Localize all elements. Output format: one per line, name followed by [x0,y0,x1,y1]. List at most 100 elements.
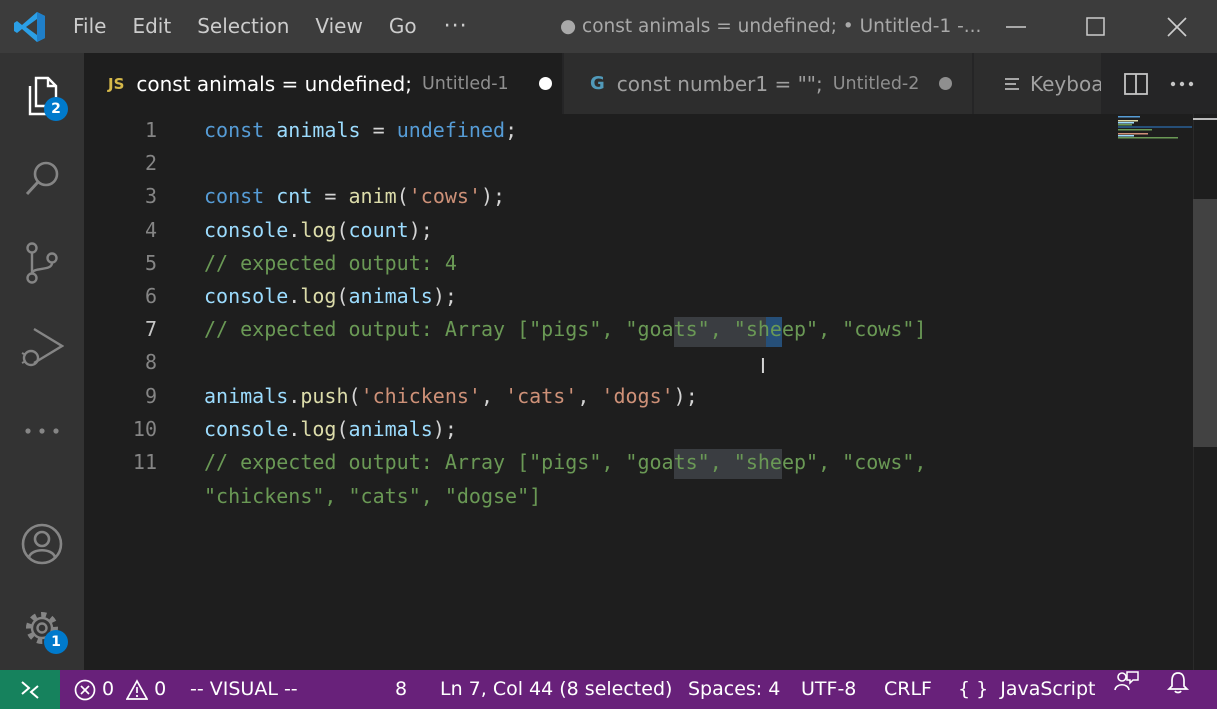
code-token: anim [348,184,397,208]
line-number: 5 [144,251,157,275]
maximize-button[interactable] [1056,0,1136,53]
code-line[interactable]: // expected output: Array ["pigs", "goat… [204,446,926,479]
line-number: 7 [144,317,157,341]
code-token: log [300,417,337,441]
code-token: console [204,218,289,242]
code-token: undefined [396,118,506,142]
code-token: ( [348,384,361,408]
code-line[interactable]: const animals = undefined; [204,114,517,147]
line-number: 4 [144,218,157,242]
feedback-button[interactable] [1114,670,1140,694]
close-button[interactable] [1137,0,1217,53]
feedback-icon [1114,671,1139,691]
code-line[interactable]: console.log(animals); [204,280,457,313]
warning-icon [126,678,149,700]
code-token: const [204,184,265,208]
explorer-badge: 2 [44,97,68,121]
unsaved-dot-icon[interactable] [939,77,953,90]
bell-icon [1166,672,1190,694]
menu-go[interactable]: Go [376,0,430,53]
code-line[interactable]: // expected output: Array ["pigs", "goat… [204,313,926,346]
tab-untitled-1[interactable]: JS const animals = undefined; Untitled-1 [84,53,562,114]
notifications-button[interactable] [1166,670,1190,694]
tab-description: Untitled-1 [421,73,509,94]
indentation[interactable]: Spaces: 4 [688,670,780,709]
code-token: , [480,384,506,408]
source-control-button[interactable] [0,221,84,305]
line-number: 9 [144,384,157,408]
unsaved-dot-icon[interactable] [538,77,552,90]
line-number: 1 [144,118,157,142]
code-token: ); [673,384,698,408]
code-line[interactable]: console.log(count); [204,214,433,247]
code-token: ( [396,184,409,208]
tab-untitled-2[interactable]: G const number1 = ""; Untitled-2 [564,53,972,114]
accounts-button[interactable] [0,502,84,586]
code-token: ( [336,218,349,242]
error-count: 0 [102,678,115,700]
remote-icon [21,680,39,699]
split-editor-icon[interactable] [1123,71,1149,97]
problems-indicator[interactable]: 0 0 [74,670,166,709]
more-views-button[interactable] [0,389,84,473]
manage-button[interactable]: 1 [0,586,84,670]
minimize-button[interactable] [976,0,1056,53]
code-token: ( [336,417,349,441]
ellipsis-icon [25,428,59,434]
code-token: const [204,118,265,142]
editor-tabs: JS const animals = undefined; Untitled-1… [84,53,1217,114]
menu-file[interactable]: File [60,0,119,53]
code-line[interactable]: // expected output: 4 [204,247,457,280]
language-mode[interactable]: { } JavaScript [958,670,1095,709]
run-debug-button[interactable] [0,305,84,389]
end-of-line[interactable]: CRLF [884,670,932,709]
window-title: ● const animals = undefined; • Untitled-… [560,16,982,37]
code-line[interactable]: console.log(animals); [204,413,457,446]
line-number: 10 [132,417,157,441]
search-icon [25,161,59,196]
code-token: animals [348,417,433,441]
menu-bar: File Edit Selection View Go ··· [60,0,482,53]
javascript-file-icon: JS [108,74,125,93]
status-bar: 0 0 -- VISUAL -- 8 Ln 7, Col 44 (8 selec… [0,670,1217,709]
explorer-button[interactable]: 2 [0,53,84,137]
code-token: ( [336,284,349,308]
code-token: log [300,284,337,308]
editor-actions [1101,53,1217,114]
code-token: . [288,384,301,408]
code-token: ); [432,284,457,308]
remote-button[interactable] [0,670,60,709]
tab-title: const number1 = ""; [616,71,823,96]
code-token: log [300,218,337,242]
text-cursor-icon: I [760,354,766,378]
code-token: ); [432,417,457,441]
warning-count: 0 [154,678,167,700]
code-line[interactable]: const cnt = anim('cows'); [204,180,505,213]
code-line[interactable]: animals.push('chickens', 'cats', 'dogs')… [204,380,698,413]
cursor-position[interactable]: Ln 7, Col 44 (8 selected) [440,670,672,709]
vim-count: 8 [395,678,408,700]
menu-more-icon[interactable]: ··· [430,14,482,39]
code-token: . [288,218,301,242]
line-number: 6 [144,284,157,308]
code-editor[interactable]: 1 2 3 4 5 6 7 8 9 10 11 const animals = … [84,114,1217,670]
vim-mode: -- VISUAL -- [190,678,298,700]
vscode-logo-icon [0,0,60,53]
line-number: 3 [144,184,157,208]
more-actions-icon[interactable] [1169,79,1195,89]
error-icon [74,679,96,700]
code-line[interactable]: "chickens", "cats", "dogse"] [204,480,541,513]
encoding[interactable]: UTF-8 [801,670,856,709]
code-token: = [312,184,349,208]
menu-selection[interactable]: Selection [184,0,302,53]
scrollbar-thumb[interactable] [1193,199,1217,447]
menu-edit[interactable]: Edit [119,0,184,53]
code-token: animals [204,384,289,408]
search-button[interactable] [0,137,84,221]
code-token: 'cats' [505,384,578,408]
menu-view[interactable]: View [302,0,375,53]
code-token: 'cows' [408,184,481,208]
minimap[interactable] [1118,114,1193,154]
settings-badge: 1 [44,630,68,654]
